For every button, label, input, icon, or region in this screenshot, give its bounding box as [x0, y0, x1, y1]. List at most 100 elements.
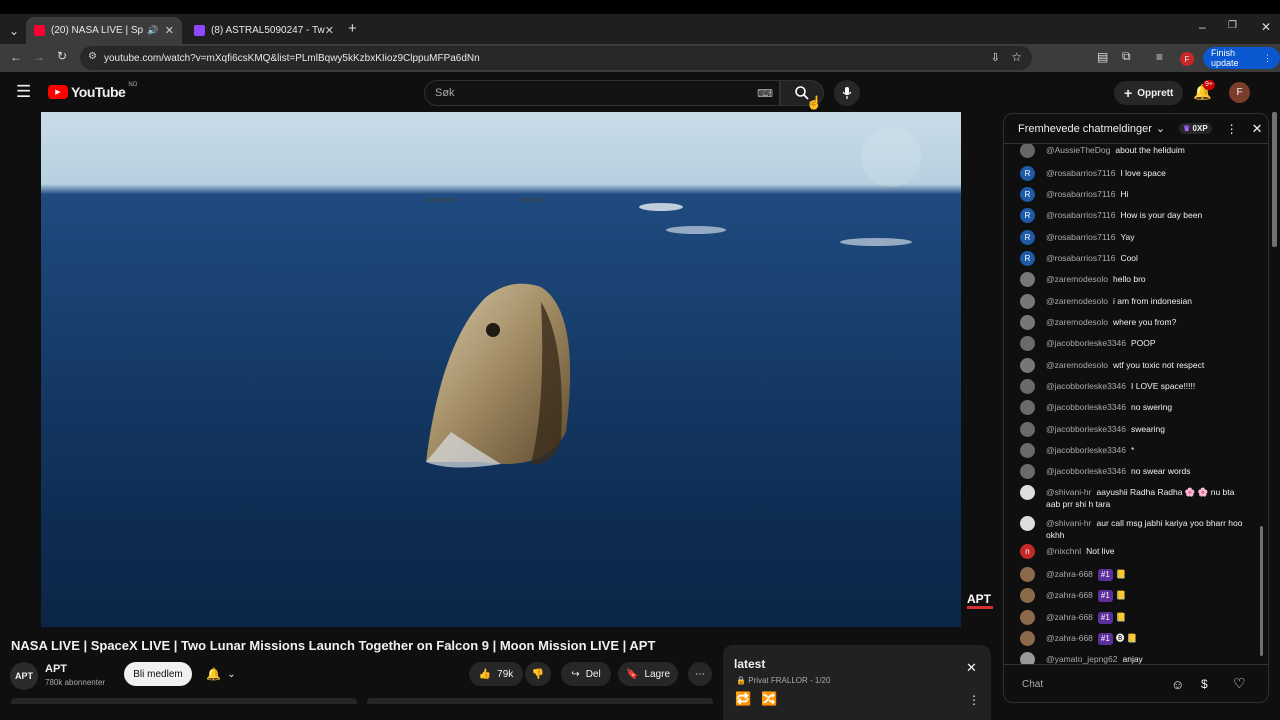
chat-author-name[interactable]: @AussieTheDog — [1046, 145, 1110, 155]
chat-author-name[interactable]: @zaremodesolo — [1046, 296, 1108, 306]
chat-author-avatar[interactable]: R — [1020, 208, 1035, 223]
chat-author-avatar[interactable] — [1020, 464, 1035, 479]
join-button[interactable]: Bli medlem — [124, 662, 192, 686]
media-controls-icon[interactable]: ≡ — [1156, 50, 1163, 64]
chat-author-name[interactable]: @jacobborleske3346 — [1046, 402, 1126, 412]
close-window-icon[interactable]: ✕ — [1261, 20, 1271, 34]
tab-manager-icon[interactable]: ▤ — [1097, 50, 1108, 64]
chat-author-avatar[interactable] — [1020, 336, 1035, 351]
chat-author-name[interactable]: @jacobborleske3346 — [1046, 381, 1126, 391]
keyboard-icon[interactable]: ⌨ — [757, 87, 773, 100]
chat-author-avatar[interactable] — [1020, 379, 1035, 394]
bookmark-star-icon[interactable]: ☆ — [1011, 50, 1022, 64]
share-button[interactable]: ↪ Del — [561, 662, 611, 686]
chat-author-avatar[interactable] — [1020, 485, 1035, 500]
chat-author-avatar[interactable]: R — [1020, 187, 1035, 202]
chat-message[interactable]: @shivani-hr aayushii Radha Radha 🌸 🌸 nu b… — [1020, 485, 1250, 510]
menu-icon[interactable]: ☰ — [16, 82, 31, 102]
dislike-button[interactable]: 👎 — [525, 662, 551, 686]
close-chat-icon[interactable]: ✕ — [1252, 121, 1263, 137]
chat-author-avatar[interactable] — [1020, 422, 1035, 437]
chat-author-name[interactable]: @rosabarrios7116 — [1046, 210, 1115, 220]
chat-author-name[interactable]: @shivani-hr — [1046, 487, 1091, 497]
chat-author-avatar[interactable] — [1020, 272, 1035, 287]
chat-message[interactable]: @zahra-668 #1 📒 — [1020, 567, 1250, 582]
chat-author-name[interactable]: @rosabarrios7116 — [1046, 168, 1115, 178]
chat-message[interactable]: @jacobborleske3346 no swering — [1020, 400, 1250, 415]
chat-author-name[interactable]: @zaremodesolo — [1046, 360, 1108, 370]
back-icon[interactable]: ← — [10, 50, 22, 64]
chat-message[interactable]: @zaremodesolo hello bro — [1020, 272, 1250, 287]
chat-message[interactable]: @zaremodesolo wtf you toxic not respect — [1020, 358, 1250, 373]
chat-message[interactable]: @yamato_jepng62 anjay — [1020, 652, 1250, 664]
new-tab-icon[interactable]: + — [348, 20, 357, 37]
chat-mode-selector[interactable]: Fremhevede chatmeldinger — [1018, 123, 1152, 135]
close-tab-icon[interactable]: ✕ — [325, 24, 334, 37]
search-input[interactable]: Søk ⌨ — [424, 80, 780, 106]
chat-author-avatar[interactable]: R — [1020, 230, 1035, 245]
chat-author-avatar[interactable] — [1020, 144, 1035, 158]
chat-author-avatar[interactable] — [1020, 516, 1035, 531]
chat-author-name[interactable]: @zahra-668 — [1046, 569, 1093, 579]
chat-message-list[interactable]: @AussieTheDog about the heliduim R @rosabar… — [1004, 144, 1260, 664]
chat-message[interactable]: R @rosabarrios7116 I love space — [1020, 166, 1250, 181]
chat-scrollbar-thumb[interactable] — [1260, 526, 1263, 656]
chat-message[interactable]: @zahra-668 #1 📒 — [1020, 588, 1250, 603]
shuffle-icon[interactable]: 🔀 — [761, 691, 777, 707]
chat-message[interactable]: @zaremodesolo where you from? — [1020, 315, 1250, 330]
description-box[interactable] — [11, 698, 357, 704]
chat-author-name[interactable]: @rosabarrios7116 — [1046, 189, 1115, 199]
tab-twitch[interactable]: (8) ASTRAL5090247 - Twitch ✕ — [186, 17, 342, 44]
like-button[interactable]: 👍 79k — [469, 662, 523, 686]
url-field[interactable]: ⚙ youtube.com/watch?v=mXqfi6csKMQ&list=P… — [80, 46, 1032, 70]
forward-icon[interactable]: → — [33, 50, 45, 64]
chevron-down-icon[interactable]: ⌄ — [1156, 122, 1165, 135]
install-icon[interactable]: ⇩ — [991, 51, 1000, 64]
chat-message[interactable]: @jacobborleske3346 I LOVE space!!!!! — [1020, 379, 1250, 394]
chat-menu-icon[interactable]: ⋮ — [1226, 122, 1238, 136]
chat-author-avatar[interactable]: R — [1020, 251, 1035, 266]
emoji-icon[interactable]: ☺ — [1171, 677, 1184, 692]
profile-avatar[interactable]: F — [1180, 52, 1194, 66]
channel-avatar[interactable]: APT — [10, 662, 38, 690]
chat-author-avatar[interactable] — [1020, 315, 1035, 330]
playlist-menu-icon[interactable]: ⋮ — [968, 693, 980, 707]
chat-input[interactable]: Chat — [1016, 674, 1156, 694]
tab-youtube[interactable]: (20) NASA LIVE | SpaceX LIVE 🔊 ✕ — [26, 17, 182, 44]
chat-author-avatar[interactable]: n — [1020, 544, 1035, 559]
chat-author-avatar[interactable] — [1020, 294, 1035, 309]
channel-name[interactable]: APT — [45, 663, 67, 675]
close-tab-icon[interactable]: ✕ — [165, 24, 174, 37]
chat-author-name[interactable]: @shivani-hr — [1046, 518, 1091, 528]
maximize-icon[interactable]: ❐ — [1228, 20, 1237, 31]
page-scrollbar-thumb[interactable] — [1272, 112, 1277, 247]
chat-message[interactable]: @shivani-hr aur call msg jabhi kariya yoo… — [1020, 516, 1250, 541]
super-chat-icon[interactable]: $ — [1201, 677, 1208, 691]
chat-author-avatar[interactable] — [1020, 358, 1035, 373]
chat-author-name[interactable]: @jacobborleske3346 — [1046, 424, 1126, 434]
video-player[interactable] — [41, 112, 961, 627]
chat-author-name[interactable]: @jacobborleske3346 — [1046, 338, 1126, 348]
channel-watermark[interactable]: APT — [967, 592, 995, 612]
chat-message[interactable]: @AussieTheDog about the heliduim — [1020, 144, 1250, 158]
chat-author-avatar[interactable]: R — [1020, 166, 1035, 181]
playlist-title[interactable]: latest — [734, 657, 765, 671]
chat-author-name[interactable]: @rosabarrios7116 — [1046, 232, 1115, 242]
site-info-icon[interactable]: ⚙ — [88, 51, 97, 62]
chat-author-avatar[interactable] — [1020, 443, 1035, 458]
comments-preview-box[interactable] — [367, 698, 713, 704]
chat-message[interactable]: R @rosabarrios7116 Cool — [1020, 251, 1250, 266]
chat-author-name[interactable]: @zaremodesolo — [1046, 317, 1108, 327]
heart-icon[interactable]: ♡ — [1233, 675, 1246, 692]
chat-message[interactable]: @zahra-668 #1 🅑 📒 — [1020, 631, 1250, 646]
chat-message[interactable]: @zaremodesolo i am from indonesian — [1020, 294, 1250, 309]
finish-update-button[interactable]: Finish update ⋮ — [1203, 47, 1280, 69]
chat-author-avatar[interactable] — [1020, 652, 1035, 664]
chat-author-name[interactable]: @jacobborleske3346 — [1046, 445, 1126, 455]
loop-icon[interactable]: 🔁 — [735, 691, 751, 707]
chat-author-avatar[interactable] — [1020, 588, 1035, 603]
reload-icon[interactable]: ↻ — [57, 49, 67, 63]
chat-author-name[interactable]: @nixchnl — [1046, 546, 1081, 556]
chat-author-avatar[interactable] — [1020, 631, 1035, 646]
youtube-logo[interactable]: ▶ YouTube NO — [48, 82, 137, 100]
